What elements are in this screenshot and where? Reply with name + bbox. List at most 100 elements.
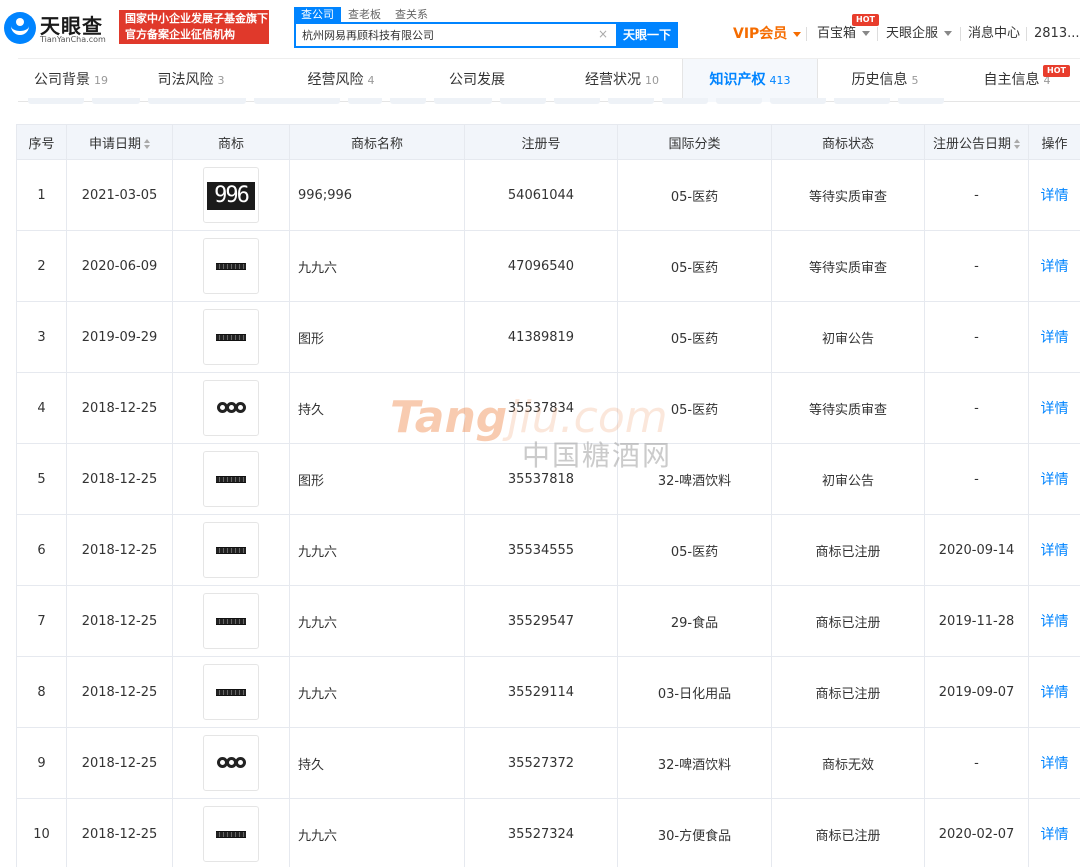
- cell-logo: [172, 230, 290, 302]
- cell-name: 持久: [289, 727, 465, 799]
- cell-class: 32-啤酒饮料: [617, 727, 772, 799]
- baibaoxiang-label: 百宝箱: [817, 26, 857, 41]
- sub-nav-chip[interactable]: [716, 98, 762, 104]
- cell-no: 2: [16, 230, 67, 302]
- tianyancha-logo[interactable]: 天眼查 TianYanCha.com: [4, 10, 116, 46]
- detail-link[interactable]: 详情: [1041, 685, 1069, 701]
- cell-logo: [172, 798, 290, 867]
- clear-icon[interactable]: ×: [596, 27, 610, 41]
- trademark-image[interactable]: [203, 309, 259, 365]
- vip-label: VIP会员: [733, 26, 788, 42]
- detail-link[interactable]: 详情: [1041, 614, 1069, 630]
- cell-pub-date: 2019-11-28: [924, 585, 1029, 657]
- sort-icon[interactable]: [1014, 139, 1020, 149]
- cell-status: 等待实质审查: [771, 230, 925, 302]
- tab-count: 4: [367, 74, 375, 87]
- search-tab-company[interactable]: 查公司: [294, 7, 341, 23]
- cell-pub-date: 2020-02-07: [924, 798, 1029, 867]
- sub-nav-chip[interactable]: [770, 98, 826, 104]
- tab-label: 经营风险: [307, 72, 364, 88]
- trademark-stripe-mark: [216, 476, 246, 483]
- sub-nav-chip[interactable]: [348, 98, 382, 104]
- trademark-image[interactable]: [203, 806, 259, 862]
- sub-nav-chip[interactable]: [390, 98, 426, 104]
- hot-badge: HOT: [1043, 65, 1070, 77]
- cell-name: 九九六: [289, 230, 465, 302]
- sub-nav-chip[interactable]: [434, 98, 492, 104]
- tab-legal-risk[interactable]: 司法风险 3: [138, 59, 244, 102]
- cell-apply-date: 2021-03-05: [66, 159, 173, 231]
- sub-nav-chip[interactable]: [28, 98, 84, 104]
- sub-nav-chip[interactable]: [554, 98, 600, 104]
- search-tab-relation[interactable]: 查关系: [388, 7, 435, 23]
- col-header-label: 注册公告日期: [932, 136, 1011, 152]
- gov-badge-line1: 国家中小企业发展子基金旗下: [125, 12, 268, 25]
- col-header-pub-date[interactable]: 注册公告日期: [924, 124, 1029, 160]
- cell-status: 初审公告: [771, 443, 925, 515]
- detail-link[interactable]: 详情: [1041, 188, 1069, 204]
- tab-label: 公司背景: [34, 72, 90, 88]
- cell-class: 30-方便食品: [617, 798, 772, 867]
- hot-badge: HOT: [852, 14, 879, 26]
- cell-action: 详情: [1028, 301, 1080, 373]
- trademark-image[interactable]: 996: [203, 167, 259, 223]
- chevron-down-icon: [944, 31, 953, 36]
- tab-count: 5: [911, 74, 919, 87]
- trademark-image[interactable]: [203, 664, 259, 720]
- search-input[interactable]: [296, 24, 586, 46]
- cell-no: 8: [16, 656, 67, 728]
- trademark-image[interactable]: [203, 451, 259, 507]
- tab-label: 自主信息: [983, 72, 1040, 88]
- divider: [806, 27, 807, 41]
- vip-menu[interactable]: VIP会员: [733, 24, 802, 44]
- cell-name: 996;996: [289, 159, 465, 231]
- detail-link[interactable]: 详情: [1041, 543, 1069, 559]
- cell-action: 详情: [1028, 798, 1080, 867]
- sub-nav-chip[interactable]: [500, 98, 546, 104]
- detail-link[interactable]: 详情: [1041, 756, 1069, 772]
- trademark-image[interactable]: [203, 522, 259, 578]
- trademark-image[interactable]: [203, 593, 259, 649]
- detail-link[interactable]: 详情: [1041, 330, 1069, 346]
- tab-history-info[interactable]: 历史信息 5: [832, 59, 938, 102]
- detail-link[interactable]: 详情: [1041, 259, 1069, 275]
- tab-operating-risk[interactable]: 经营风险 4: [288, 59, 394, 102]
- tab-company-development[interactable]: 公司发展: [426, 59, 532, 102]
- cell-logo: [172, 372, 290, 444]
- trademark-image[interactable]: [203, 735, 259, 791]
- tab-operating-status[interactable]: 经营状况 10: [562, 59, 682, 102]
- detail-link[interactable]: 详情: [1041, 472, 1069, 488]
- divider: [877, 27, 878, 41]
- sub-nav-chip[interactable]: [608, 98, 654, 104]
- cell-logo: [172, 514, 290, 586]
- divider: [1026, 27, 1027, 41]
- cell-no: 3: [16, 301, 67, 373]
- cell-name: 九九六: [289, 585, 465, 657]
- cell-name: 图形: [289, 443, 465, 515]
- message-center-link[interactable]: 消息中心: [968, 24, 1020, 44]
- qiye-menu[interactable]: 天眼企服: [886, 24, 953, 44]
- baibaoxiang-menu[interactable]: 百宝箱: [817, 24, 871, 44]
- col-header-label: 申请日期: [88, 136, 141, 152]
- cell-action: 详情: [1028, 727, 1080, 799]
- sub-nav-chip[interactable]: [254, 98, 340, 104]
- trademark-image[interactable]: [203, 380, 259, 436]
- search-tab-boss[interactable]: 查老板: [341, 7, 388, 23]
- table-row: 1 2021-03-05 996 996;996 54061044 05-医药 等待实质审查…: [16, 159, 1080, 231]
- tab-intellectual-property[interactable]: 知识产权 413: [682, 59, 818, 102]
- tab-company-background[interactable]: 公司背景 19: [18, 59, 124, 102]
- sort-icon[interactable]: [144, 139, 150, 149]
- sub-nav-chip[interactable]: [148, 98, 246, 104]
- sub-nav-chip[interactable]: [92, 98, 140, 104]
- user-account[interactable]: 2813...: [1034, 24, 1079, 44]
- sub-nav-chip[interactable]: [834, 98, 890, 104]
- sub-nav-chip[interactable]: [662, 98, 708, 104]
- detail-link[interactable]: 详情: [1041, 827, 1069, 843]
- trademark-rings-mark: [217, 757, 247, 769]
- detail-link[interactable]: 详情: [1041, 401, 1069, 417]
- trademark-image[interactable]: [203, 238, 259, 294]
- cell-apply-date: 2018-12-25: [66, 798, 173, 867]
- col-header-apply-date[interactable]: 申请日期: [66, 124, 173, 160]
- search-button[interactable]: 天眼一下: [616, 22, 678, 48]
- sub-nav-chip[interactable]: [898, 98, 944, 104]
